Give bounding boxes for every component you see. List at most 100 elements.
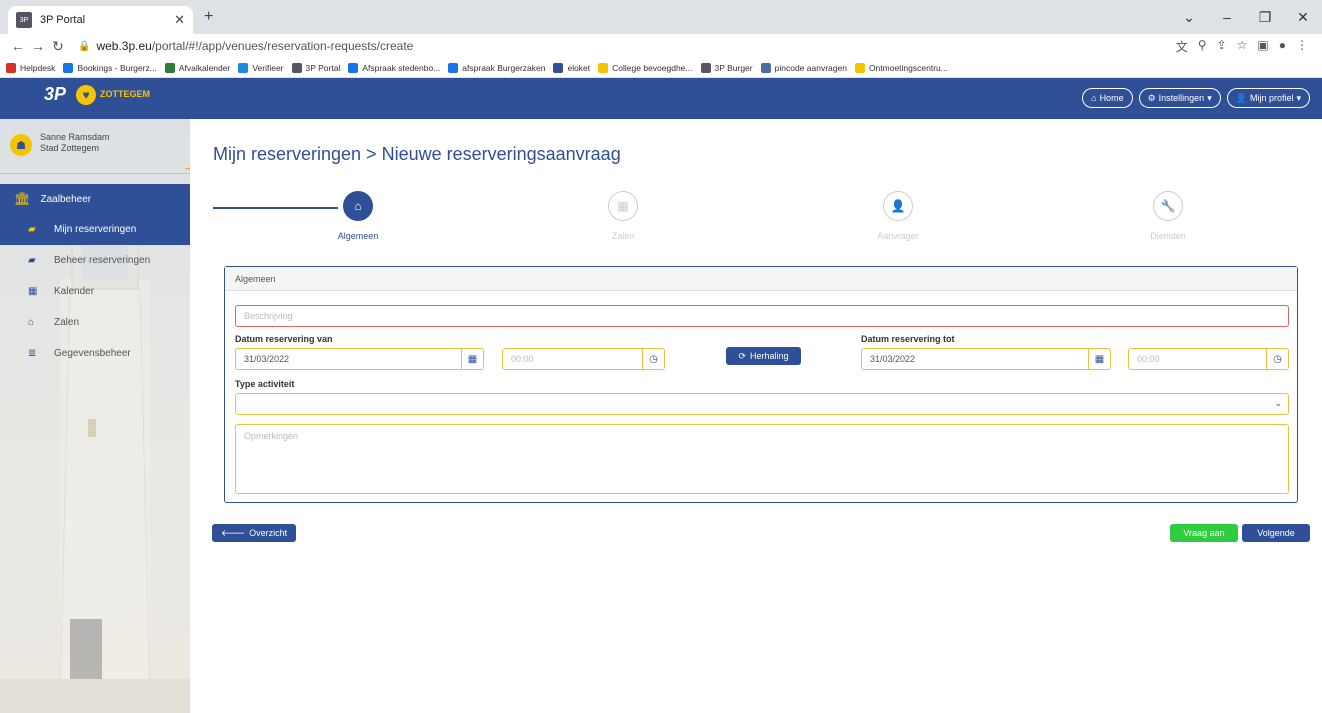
wizard-step-diensten[interactable]: 🔧 Diensten	[1118, 191, 1218, 241]
overview-button[interactable]: 🡐 Overzicht	[212, 524, 297, 542]
header-nav: ⌂ Home ⚙ Instellingen ▾ 👤 Mijn profiel ▾	[1082, 88, 1310, 108]
bookmark-item[interactable]: 3P Burger	[700, 62, 753, 73]
sidebar-item-mijn-reserveringen[interactable]: ▰ Mijn reserveringen	[0, 214, 190, 245]
new-tab-icon[interactable]: +	[204, 8, 213, 26]
clock-icon[interactable]: ◷	[642, 349, 664, 369]
bookmark-label: Afvalkalender	[178, 62, 231, 73]
profile-icon[interactable]: ●	[1279, 38, 1286, 55]
main-content: Mijn reserveringen > Nieuwe reserverings…	[190, 119, 1322, 713]
bookmark-item[interactable]: Verifieer	[238, 62, 284, 73]
bookmark-label: 3P Burger	[714, 62, 753, 73]
wizard-step-algemeen[interactable]: ⌂ Algemeen	[308, 191, 408, 241]
app-logo[interactable]: 3P ♥ ZOTTEGEM	[44, 84, 150, 105]
bookmark-item[interactable]: Bookings - Burgerz...	[63, 62, 157, 73]
zoom-icon[interactable]: ⚲	[1198, 38, 1207, 55]
from-date-input[interactable]: 31/03/2022 ▦	[235, 348, 484, 370]
star-icon[interactable]: ☆	[1237, 38, 1248, 55]
bookmark-item[interactable]: pincode aanvragen	[760, 62, 847, 73]
sidebar-item-zalen[interactable]: ⌂ Zalen	[0, 307, 190, 338]
calendar-icon[interactable]: ▦	[1088, 349, 1110, 369]
database-icon: ≣	[28, 348, 37, 359]
user-avatar-icon: ☗	[10, 134, 32, 156]
remarks-textarea[interactable]: Opmerkingen	[235, 424, 1289, 494]
bookmark-item[interactable]: Afvalkalender	[164, 62, 231, 73]
user-block: ☗ Sanne Ramsdam Stad Zottegem ➔	[0, 119, 190, 175]
restore-icon[interactable]: ❐	[1246, 9, 1284, 26]
browser-tab[interactable]: 3P 3P Portal ✕	[8, 6, 193, 34]
wizard-step-zalen[interactable]: ▦ Zalen	[573, 191, 673, 241]
sidebar-item-label: Zalen	[54, 317, 80, 328]
url-domain: web.3p.eu	[96, 39, 152, 53]
settings-label: Instellingen	[1158, 93, 1205, 103]
wizard-step-aanvrager[interactable]: 👤 Aanvrager	[848, 191, 948, 241]
caret-down-icon: ▾	[1207, 92, 1212, 103]
bookmark-item[interactable]: afspraak Burgerzaken	[448, 62, 545, 73]
institution-icon: 🏛	[14, 191, 31, 206]
back-icon[interactable]: ←	[8, 38, 28, 54]
toolbar-icons: 文 ⚲ ⇪ ☆ ▣ ● ⋮	[1176, 38, 1314, 55]
user-icon: 👤	[1235, 92, 1247, 103]
request-button[interactable]: Vraag aan	[1170, 524, 1238, 542]
bookmark-item[interactable]: Ontmoetingscentru...	[854, 62, 948, 73]
chevron-down-icon: ⌄	[1274, 398, 1282, 408]
address-bar[interactable]: 🔒 web.3p.eu/portal/#!/app/venues/reserva…	[78, 39, 1176, 53]
sidebar-item-gegevensbeheer[interactable]: ≣ Gegevensbeheer	[0, 338, 190, 369]
settings-button[interactable]: ⚙ Instellingen ▾	[1138, 88, 1221, 108]
calendar-icon[interactable]: ▦	[461, 349, 483, 369]
close-icon[interactable]: ✕	[174, 12, 185, 28]
sidebar-section-zaalbeheer[interactable]: 🏛 Zaalbeheer	[0, 184, 190, 214]
close-window-icon[interactable]: ✕	[1284, 9, 1322, 26]
forward-icon[interactable]: →	[28, 38, 48, 54]
next-label: Volgende	[1257, 528, 1295, 538]
sidebar-item-label: Mijn reserveringen	[54, 224, 137, 235]
bookmark-label: Helpdesk	[20, 62, 56, 73]
reload-icon[interactable]: ↻	[48, 38, 68, 55]
minimize-icon[interactable]: –	[1208, 9, 1246, 25]
to-date-label: Datum reservering tot	[861, 334, 955, 344]
bookmark-favicon-icon	[760, 62, 771, 73]
wrench-icon: 🔧	[1153, 191, 1183, 221]
to-time-input[interactable]: 00:00 ◷	[1128, 348, 1289, 370]
bookmark-label: pincode aanvragen	[774, 62, 847, 73]
to-date-value: 31/03/2022	[870, 354, 916, 364]
sidebar-item-label: Gegevensbeheer	[54, 348, 131, 359]
next-button[interactable]: Volgende	[1242, 524, 1310, 542]
share-icon[interactable]: ⇪	[1217, 38, 1227, 55]
clock-icon[interactable]: ◷	[1266, 349, 1288, 369]
portal-favicon-icon: 3P	[16, 12, 32, 28]
window-controls: ⌄ – ❐ ✕	[1170, 0, 1322, 34]
bookmark-item[interactable]: College bevoegdhe...	[598, 62, 693, 73]
repeat-button[interactable]: ⟳ Herhaling	[726, 347, 801, 365]
repeat-label: Herhaling	[750, 351, 789, 361]
bookmark-item[interactable]: Afspraak stedenbo...	[348, 62, 441, 73]
translate-icon[interactable]: 文	[1176, 38, 1188, 55]
chevron-down-icon[interactable]: ⌄	[1170, 9, 1208, 26]
activity-type-select[interactable]: ⌄	[235, 393, 1289, 415]
bookmark-label: Ontmoetingscentru...	[868, 62, 948, 73]
page-title: Mijn reserveringen > Nieuwe reserverings…	[213, 144, 621, 164]
url-path: /portal/#!/app/venues/reservation-reques…	[151, 39, 414, 53]
bookmark-item[interactable]: eloket	[553, 62, 590, 73]
bookmark-favicon-icon	[448, 62, 459, 73]
description-input[interactable]: Beschrijving	[235, 305, 1289, 327]
bookmark-label: 3P Portal	[305, 62, 341, 73]
sidepanel-icon[interactable]: ▣	[1257, 38, 1268, 55]
description-placeholder: Beschrijving	[244, 311, 293, 321]
panel-title: Algemeen	[225, 267, 1297, 291]
logo-town: ZOTTEGEM	[100, 89, 151, 99]
user-org: Stad Zottegem	[40, 143, 100, 153]
bookmark-item[interactable]: Helpdesk	[6, 62, 56, 73]
sidebar-item-beheer-reserveringen[interactable]: ▰ Beheer reserveringen	[0, 245, 190, 276]
from-time-input[interactable]: 00:00 ◷	[502, 348, 665, 370]
profile-button[interactable]: 👤 Mijn profiel ▾	[1226, 88, 1310, 108]
to-date-input[interactable]: 31/03/2022 ▦	[861, 348, 1111, 370]
bookmark-item[interactable]: 3P Portal	[291, 62, 341, 73]
wizard-step-label: Diensten	[1150, 231, 1186, 241]
home-button[interactable]: ⌂ Home	[1082, 88, 1133, 108]
home-label: Home	[1099, 93, 1124, 103]
menu-icon[interactable]: ⋮	[1296, 38, 1308, 55]
remarks-placeholder: Opmerkingen	[244, 431, 299, 441]
bookmark-favicon-icon	[553, 62, 564, 73]
sidebar-item-kalender[interactable]: ▦ Kalender	[0, 276, 190, 307]
bookmark-label: Afspraak stedenbo...	[362, 62, 441, 73]
